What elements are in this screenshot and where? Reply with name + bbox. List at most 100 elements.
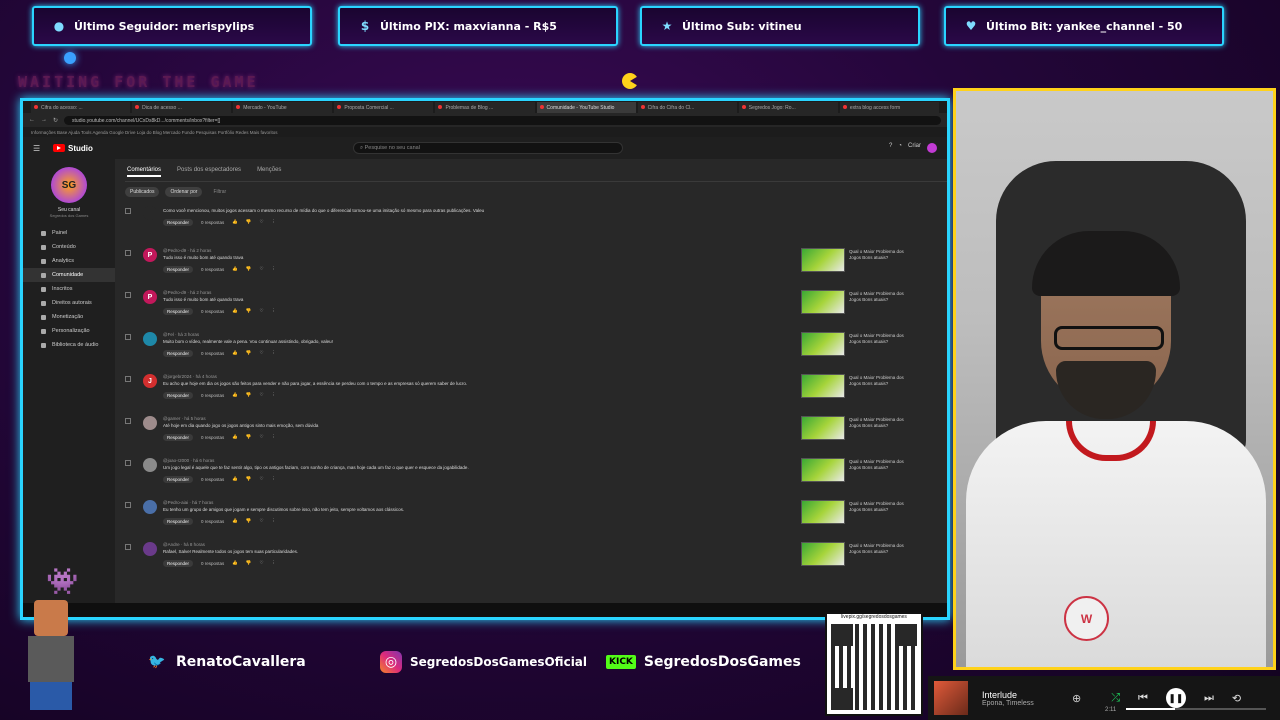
like-icon[interactable]: 👍 bbox=[232, 434, 238, 440]
comment-avatar[interactable] bbox=[143, 206, 157, 220]
sidebar-item-customization[interactable]: Personalização bbox=[23, 324, 115, 338]
more-icon[interactable]: ⋮ bbox=[272, 308, 277, 314]
comment-checkbox[interactable] bbox=[125, 376, 131, 382]
sidebar-item-content[interactable]: Conteúdo bbox=[23, 240, 115, 254]
like-icon[interactable]: 👍 bbox=[232, 350, 238, 356]
comment-checkbox[interactable] bbox=[125, 544, 131, 550]
sidebar-item-monetization[interactable]: Monetização bbox=[23, 310, 115, 324]
more-icon[interactable]: ⋮ bbox=[272, 219, 277, 225]
reply-button[interactable]: Responder bbox=[163, 265, 194, 273]
dislike-icon[interactable]: 👎 bbox=[246, 350, 252, 356]
reload-icon[interactable]: ↻ bbox=[53, 117, 58, 124]
replies-toggle[interactable]: 0 respostas bbox=[201, 477, 224, 482]
shuffle-icon[interactable]: ⤮ bbox=[1111, 692, 1120, 705]
sidebar-item-dashboard[interactable]: Painel bbox=[23, 226, 115, 240]
dislike-icon[interactable]: 👎 bbox=[246, 308, 252, 314]
more-icon[interactable]: ⋮ bbox=[272, 476, 277, 482]
browser-tab[interactable]: Proposta Comercial ... bbox=[334, 102, 434, 113]
comment-avatar[interactable]: J bbox=[143, 374, 157, 388]
heart-icon[interactable]: ♡ bbox=[260, 219, 264, 225]
reply-button[interactable]: Responder bbox=[163, 349, 194, 357]
pause-button[interactable]: ❚❚ bbox=[1165, 688, 1186, 708]
heart-icon[interactable]: ♡ bbox=[260, 308, 264, 314]
video-title[interactable]: Qual o Maior Problema dos Jogos Bons atu… bbox=[849, 291, 911, 302]
more-icon[interactable]: ⋮ bbox=[272, 266, 277, 272]
video-title[interactable]: Qual o Maior Problema dos Jogos Bons atu… bbox=[849, 375, 911, 386]
like-icon[interactable]: 👍 bbox=[232, 266, 238, 272]
video-title[interactable]: Qual o Maior Problema dos Jogos Bons atu… bbox=[849, 459, 911, 470]
video-thumbnail[interactable] bbox=[801, 374, 845, 398]
sidebar-item-audio-library[interactable]: Biblioteca de áudio bbox=[23, 338, 115, 352]
heart-icon[interactable]: ♡ bbox=[260, 518, 264, 524]
dislike-icon[interactable]: 👎 bbox=[246, 518, 252, 524]
heart-icon[interactable]: ♡ bbox=[260, 476, 264, 482]
video-title[interactable]: Qual o Maior Problema dos Jogos Bons atu… bbox=[849, 333, 911, 344]
video-thumbnail[interactable] bbox=[801, 332, 845, 356]
dislike-icon[interactable]: 👎 bbox=[246, 219, 252, 225]
video-thumbnail[interactable] bbox=[801, 458, 845, 482]
filter-sort[interactable]: Ordenar por bbox=[165, 187, 203, 197]
video-title[interactable]: Qual o Maior Problema dos Jogos Bons atu… bbox=[849, 543, 911, 554]
replies-toggle[interactable]: 0 respostas bbox=[201, 309, 224, 314]
reply-button[interactable]: Responder bbox=[163, 475, 194, 483]
video-title[interactable]: Qual o Maior Problema dos Jogos Bons atu… bbox=[849, 501, 911, 512]
video-thumbnail[interactable] bbox=[801, 500, 845, 524]
tab-comments[interactable]: Comentários bbox=[127, 167, 162, 177]
heart-icon[interactable]: ♡ bbox=[260, 560, 264, 566]
browser-tab[interactable]: Dica de acesso ... bbox=[132, 102, 232, 113]
more-icon[interactable]: ⋮ bbox=[272, 434, 277, 440]
dislike-icon[interactable]: 👎 bbox=[246, 476, 252, 482]
replies-toggle[interactable]: 0 respostas bbox=[201, 435, 224, 440]
more-icon[interactable]: ⋮ bbox=[272, 518, 277, 524]
comment-avatar[interactable] bbox=[143, 500, 157, 514]
like-icon[interactable]: 👍 bbox=[232, 560, 238, 566]
dislike-icon[interactable]: 👎 bbox=[246, 392, 252, 398]
more-icon[interactable]: ⋮ bbox=[272, 560, 277, 566]
comment-avatar[interactable]: P bbox=[143, 248, 157, 262]
browser-tab[interactable]: Cifra do Cifra do Cl... bbox=[637, 102, 737, 113]
filter-published[interactable]: Publicados bbox=[125, 187, 160, 197]
heart-icon[interactable]: ♡ bbox=[260, 266, 264, 272]
reply-button[interactable]: Responder bbox=[163, 218, 194, 226]
reply-button[interactable]: Responder bbox=[163, 517, 194, 525]
sidebar-item-community[interactable]: Comunidade bbox=[23, 268, 115, 282]
browser-tab[interactable]: Problemas de Blog ... bbox=[435, 102, 535, 113]
replies-toggle[interactable]: 0 respostas bbox=[201, 267, 224, 272]
comment-avatar[interactable] bbox=[143, 332, 157, 346]
dislike-icon[interactable]: 👎 bbox=[246, 434, 252, 440]
like-icon[interactable]: 👍 bbox=[232, 392, 238, 398]
forward-icon[interactable]: → bbox=[41, 117, 47, 123]
filter-button[interactable]: Filtrar bbox=[208, 187, 231, 197]
replies-toggle[interactable]: 0 respostas bbox=[201, 561, 224, 566]
like-icon[interactable]: 👍 bbox=[232, 518, 238, 524]
video-thumbnail[interactable] bbox=[801, 290, 845, 314]
browser-tab[interactable]: Cifra do acesso: ... bbox=[31, 102, 131, 113]
menu-icon[interactable]: ☰ bbox=[33, 144, 53, 153]
studio-logo[interactable]: Studio bbox=[53, 144, 93, 153]
progress-bar[interactable] bbox=[1126, 708, 1266, 710]
like-icon[interactable]: 👍 bbox=[232, 308, 238, 314]
reply-button[interactable]: Responder bbox=[163, 433, 194, 441]
add-icon[interactable]: ⊕ bbox=[1072, 692, 1081, 705]
more-icon[interactable]: ⋮ bbox=[272, 350, 277, 356]
heart-icon[interactable]: ♡ bbox=[260, 392, 264, 398]
sidebar-item-analytics[interactable]: Analytics bbox=[23, 254, 115, 268]
comment-avatar[interactable] bbox=[143, 458, 157, 472]
channel-avatar[interactable]: SG bbox=[51, 167, 87, 203]
create-button[interactable]: Criar bbox=[908, 143, 921, 153]
reply-button[interactable]: Responder bbox=[163, 559, 194, 567]
comment-checkbox[interactable] bbox=[125, 502, 131, 508]
comment-checkbox[interactable] bbox=[125, 418, 131, 424]
comment-checkbox[interactable] bbox=[125, 334, 131, 340]
video-thumbnail[interactable] bbox=[801, 248, 845, 272]
sidebar-item-copyright[interactable]: Direitos autorais bbox=[23, 296, 115, 310]
back-icon[interactable]: ← bbox=[29, 117, 35, 123]
comment-avatar[interactable]: P bbox=[143, 290, 157, 304]
video-thumbnail[interactable] bbox=[801, 542, 845, 566]
browser-tab[interactable]: Mercado - YouTube bbox=[233, 102, 333, 113]
browser-tab[interactable]: extra blog access form bbox=[839, 102, 939, 113]
more-icon[interactable]: ⋮ bbox=[272, 392, 277, 398]
replies-toggle[interactable]: 0 respostas bbox=[201, 351, 224, 356]
notification-icon[interactable]: ◔ bbox=[898, 143, 902, 153]
replies-toggle[interactable]: 0 respostas bbox=[201, 393, 224, 398]
